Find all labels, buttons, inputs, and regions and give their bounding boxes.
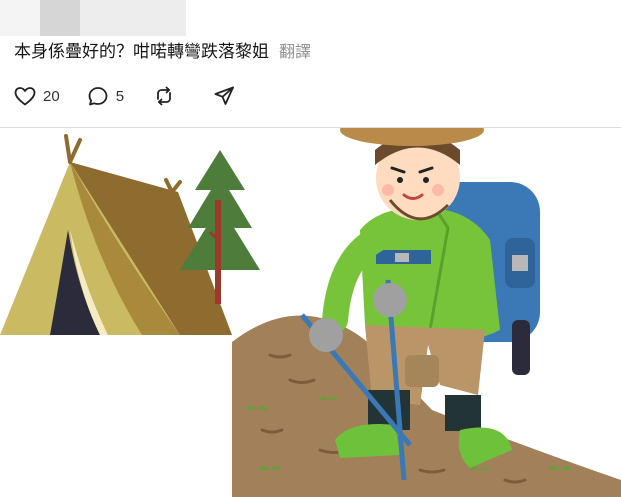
repost-icon xyxy=(157,86,171,106)
post-body: 本身係疊好的？咁喏轉彎跌落黎姐 xyxy=(14,42,269,61)
share-button[interactable] xyxy=(212,84,236,108)
post-actions: 20 5 xyxy=(13,84,260,108)
repost-button[interactable] xyxy=(152,84,176,108)
translate-link[interactable]: 翻譯 xyxy=(279,44,311,61)
like-button[interactable]: 20 xyxy=(13,84,60,108)
like-count: 20 xyxy=(43,87,60,105)
comment-button[interactable]: 5 xyxy=(86,84,124,108)
post-text: 本身係疊好的？咁喏轉彎跌落黎姐 翻譯 xyxy=(14,41,311,64)
comment-count: 5 xyxy=(115,87,125,105)
tent-graphic xyxy=(0,134,232,335)
blurred-header-strip xyxy=(0,0,621,38)
heart-icon xyxy=(14,87,36,106)
send-icon xyxy=(214,86,234,105)
comment-bubble-icon xyxy=(88,87,108,106)
hiker-camping-illustration xyxy=(0,128,621,497)
